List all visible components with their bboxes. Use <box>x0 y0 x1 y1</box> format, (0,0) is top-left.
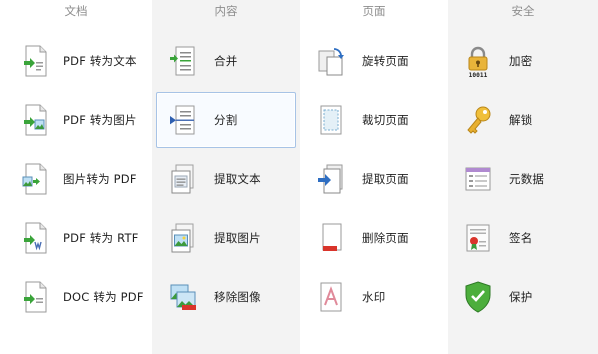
split-icon <box>168 103 198 137</box>
column-document: 文档 PDF 转为文本 PDF 转为图片 图片转为 PDF PDF 转为 RTF <box>0 0 152 354</box>
pdf-to-text-label: PDF 转为文本 <box>63 54 137 68</box>
pdf-to-rtf-label: PDF 转为 RTF <box>63 231 139 245</box>
pdf-to-image-label: PDF 转为图片 <box>63 113 137 127</box>
sign-label: 签名 <box>509 231 533 245</box>
extract-text-icon <box>168 162 198 196</box>
column-header-content: 内容 <box>214 4 238 18</box>
column-header-security: 安全 <box>511 4 535 18</box>
delete-page-button[interactable]: 删除页面 <box>304 210 444 266</box>
extract-text-button[interactable]: 提取文本 <box>156 151 296 207</box>
image-to-pdf-label: 图片转为 PDF <box>63 172 137 186</box>
key-icon <box>463 103 493 137</box>
protect-label: 保护 <box>509 290 533 304</box>
pdf-to-image-icon <box>21 103 51 137</box>
extract-page-icon <box>316 162 346 196</box>
remove-image-icon <box>168 280 198 314</box>
split-label: 分割 <box>214 113 238 127</box>
unlock-label: 解锁 <box>509 113 533 127</box>
extract-image-icon <box>168 221 198 255</box>
extract-image-button[interactable]: 提取图片 <box>156 210 296 266</box>
remove-image-label: 移除图像 <box>214 290 261 304</box>
image-to-pdf-icon <box>21 162 51 196</box>
pdf-to-rtf-button[interactable]: PDF 转为 RTF <box>4 210 148 266</box>
doc-to-pdf-label: DOC 转为 PDF <box>63 290 144 304</box>
unlock-button[interactable]: 解锁 <box>452 92 594 148</box>
certificate-icon <box>463 221 493 255</box>
merge-label: 合并 <box>214 54 238 68</box>
crop-page-button[interactable]: 裁切页面 <box>304 92 444 148</box>
pdf-to-image-button[interactable]: PDF 转为图片 <box>4 92 148 148</box>
lock-icon: 10011 <box>463 44 493 78</box>
merge-icon <box>168 44 198 78</box>
column-security: 安全 10011 加密 解锁 元数据 签名 保护 <box>448 0 598 354</box>
rotate-page-button[interactable]: 旋转页面 <box>304 33 444 89</box>
split-button[interactable]: 分割 <box>156 92 296 148</box>
extract-image-label: 提取图片 <box>214 231 261 245</box>
delete-page-label: 删除页面 <box>362 231 409 245</box>
doc-to-pdf-button[interactable]: DOC 转为 PDF <box>4 269 148 325</box>
extract-page-button[interactable]: 提取页面 <box>304 151 444 207</box>
watermark-label: 水印 <box>362 290 386 304</box>
crop-page-icon <box>316 103 346 137</box>
shield-icon <box>463 280 493 314</box>
column-content: 内容 合并 分割 提取文本 提取图片 移除图像 <box>152 0 300 354</box>
extract-page-label: 提取页面 <box>362 172 409 186</box>
metadata-icon <box>463 162 493 196</box>
image-to-pdf-button[interactable]: 图片转为 PDF <box>4 151 148 207</box>
metadata-button[interactable]: 元数据 <box>452 151 594 207</box>
encrypt-label: 加密 <box>509 54 533 68</box>
remove-image-button[interactable]: 移除图像 <box>156 269 296 325</box>
rotate-page-icon <box>316 44 346 78</box>
sign-button[interactable]: 签名 <box>452 210 594 266</box>
column-header-document: 文档 <box>64 4 88 18</box>
merge-button[interactable]: 合并 <box>156 33 296 89</box>
watermark-button[interactable]: 水印 <box>304 269 444 325</box>
tool-panel: 文档 PDF 转为文本 PDF 转为图片 图片转为 PDF PDF 转为 RTF <box>0 0 598 354</box>
column-page: 页面 旋转页面 裁切页面 提取页面 删除页面 水印 <box>300 0 448 354</box>
protect-button[interactable]: 保护 <box>452 269 594 325</box>
delete-page-icon <box>316 221 346 255</box>
pdf-to-text-icon <box>21 44 51 78</box>
doc-to-pdf-icon <box>21 280 51 314</box>
rotate-page-label: 旋转页面 <box>362 54 409 68</box>
metadata-label: 元数据 <box>509 172 545 186</box>
encrypt-digits: 10011 <box>469 72 488 78</box>
column-header-page: 页面 <box>362 4 386 18</box>
pdf-to-rtf-icon <box>21 221 51 255</box>
watermark-icon <box>316 280 346 314</box>
pdf-to-text-button[interactable]: PDF 转为文本 <box>4 33 148 89</box>
extract-text-label: 提取文本 <box>214 172 261 186</box>
crop-page-label: 裁切页面 <box>362 113 409 127</box>
encrypt-button[interactable]: 10011 加密 <box>452 33 594 89</box>
